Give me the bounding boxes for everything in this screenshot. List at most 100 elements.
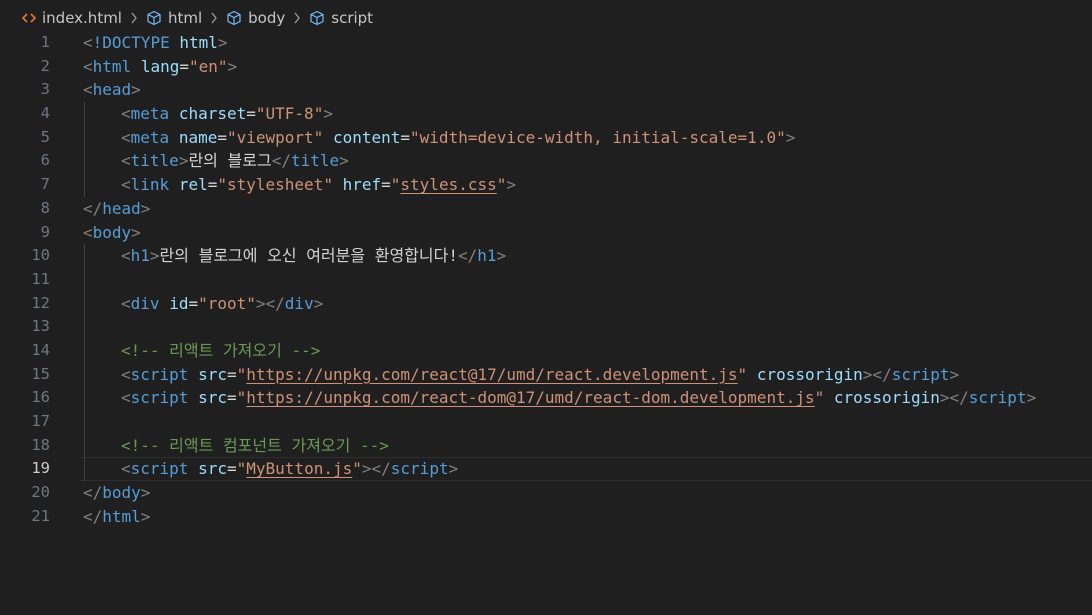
punctuation: </ bbox=[83, 506, 103, 526]
attribute-name: html bbox=[179, 33, 218, 52]
line-number[interactable]: 17 bbox=[0, 410, 50, 434]
code-line[interactable]: 20 </body> bbox=[0, 481, 1092, 505]
punctuation: < bbox=[121, 459, 131, 479]
link-value[interactable]: https://unpkg.com/react@17/umd/react.dev… bbox=[246, 365, 737, 384]
string-value: "viewport" bbox=[226, 127, 324, 147]
breadcrumb-item-body[interactable]: body bbox=[226, 9, 285, 27]
tag-name: script bbox=[130, 364, 189, 384]
code-line[interactable]: 3 <head> bbox=[0, 78, 1092, 102]
code-line[interactable]: 14 <!-- 리액트 가져오기 --> bbox=[0, 339, 1092, 363]
text-content: = bbox=[381, 175, 391, 195]
code-line[interactable]: 21 </html> bbox=[0, 505, 1092, 529]
code-line[interactable]: 19 <script src="MyButton.js"></script> bbox=[0, 457, 1092, 482]
element-cube-icon bbox=[146, 10, 162, 26]
code-line[interactable]: 17 bbox=[0, 410, 1092, 434]
string-value: " bbox=[236, 459, 247, 479]
tag-name: !DOCTYPE bbox=[92, 33, 170, 52]
line-number[interactable]: 6 bbox=[0, 149, 50, 173]
tag-name: title bbox=[130, 151, 179, 171]
code-line[interactable]: 11 bbox=[0, 268, 1092, 292]
line-number[interactable]: 20 bbox=[0, 481, 50, 505]
tag-name: div bbox=[284, 293, 314, 313]
code-line[interactable]: 5 <meta name="viewport" content="width=de… bbox=[0, 126, 1092, 150]
code-line[interactable]: 4 <meta charset="UTF-8"> bbox=[0, 102, 1092, 126]
line-number[interactable]: 3 bbox=[0, 78, 50, 102]
line-number[interactable]: 13 bbox=[0, 315, 50, 339]
text-content: = bbox=[179, 56, 189, 76]
tag-name: meta bbox=[130, 127, 170, 147]
punctuation: < bbox=[121, 104, 131, 124]
line-number[interactable]: 12 bbox=[0, 292, 50, 316]
string-value: " bbox=[236, 364, 247, 384]
punctuation: > bbox=[506, 175, 517, 195]
punctuation: > bbox=[1026, 388, 1037, 408]
punctuation: > bbox=[313, 293, 324, 313]
punctuation: > bbox=[217, 33, 228, 52]
code-line[interactable]: 8 </head> bbox=[0, 197, 1092, 221]
code-line[interactable]: 13 bbox=[0, 315, 1092, 339]
punctuation: < bbox=[121, 151, 131, 171]
line-number[interactable]: 21 bbox=[0, 505, 50, 529]
line-number[interactable]: 5 bbox=[0, 126, 50, 150]
line-number[interactable]: 19 bbox=[0, 457, 50, 481]
code-line[interactable]: 6 <title>란의 블로그</title> bbox=[0, 149, 1092, 173]
code-content: <html lang="en"> bbox=[83, 55, 237, 79]
code-line[interactable]: 18 <!-- 리액트 컴포넌트 가져오기 --> bbox=[0, 434, 1092, 458]
code-line[interactable]: 7 <link rel="stylesheet" href="styles.css… bbox=[0, 173, 1092, 197]
line-number[interactable]: 15 bbox=[0, 363, 50, 387]
code-line[interactable]: 12 <div id="root"></div> bbox=[0, 292, 1092, 316]
indent-guide bbox=[84, 102, 85, 197]
line-number[interactable]: 4 bbox=[0, 102, 50, 126]
code-content: <body> bbox=[83, 221, 141, 245]
punctuation: > bbox=[323, 104, 333, 124]
link-value[interactable]: styles.css bbox=[400, 175, 496, 194]
code-content: <meta charset="UTF-8"> bbox=[121, 102, 333, 126]
text-content: = bbox=[246, 104, 256, 124]
tag-name: script bbox=[130, 459, 189, 479]
chevron-right-icon bbox=[210, 12, 218, 24]
code-line[interactable]: 9 <body> bbox=[0, 221, 1092, 245]
text-content: = bbox=[226, 459, 237, 479]
punctuation: </ bbox=[271, 151, 291, 171]
breadcrumb-item-file[interactable]: index.html bbox=[22, 9, 122, 27]
line-number[interactable]: 1 bbox=[0, 31, 50, 55]
link-value[interactable]: MyButton.js bbox=[246, 459, 352, 478]
attribute-name: href bbox=[342, 175, 382, 195]
line-number[interactable]: 2 bbox=[0, 55, 50, 79]
text-content bbox=[188, 459, 198, 478]
line-number[interactable]: 7 bbox=[0, 173, 50, 197]
tag-name: link bbox=[130, 175, 170, 195]
code-line[interactable]: 10 <h1>란의 블로그에 오신 여러분을 환영합니다!</h1> bbox=[0, 244, 1092, 268]
code-line[interactable]: 1 <!DOCTYPE html> bbox=[0, 31, 1092, 55]
element-cube-icon bbox=[226, 10, 242, 26]
text-content bbox=[160, 294, 170, 313]
punctuation: </ bbox=[457, 246, 478, 266]
attribute-name: name bbox=[178, 127, 218, 147]
code-editor[interactable]: 1 <!DOCTYPE html> 2 <html lang="en"> 3 <head>… bbox=[0, 31, 1092, 615]
line-number[interactable]: 8 bbox=[0, 197, 50, 221]
line-number[interactable]: 16 bbox=[0, 386, 50, 410]
tag-name: div bbox=[130, 293, 160, 313]
line-number[interactable]: 14 bbox=[0, 339, 50, 363]
punctuation: < bbox=[83, 222, 93, 242]
link-value[interactable]: https://unpkg.com/react-dom@17/umd/react… bbox=[246, 388, 814, 407]
breadcrumb-item-html[interactable]: html bbox=[146, 9, 202, 27]
tag-name: head bbox=[92, 80, 132, 100]
code-line[interactable]: 2 <html lang="en"> bbox=[0, 55, 1092, 79]
line-number[interactable]: 11 bbox=[0, 268, 50, 292]
code-line[interactable]: 15 <script src="https://unpkg.com/react@1… bbox=[0, 363, 1092, 387]
punctuation: > bbox=[178, 151, 189, 171]
line-number[interactable]: 10 bbox=[0, 244, 50, 268]
text-content bbox=[169, 175, 179, 194]
code-line[interactable]: 16 <script src="https://unpkg.com/react-d… bbox=[0, 386, 1092, 410]
punctuation: ></ bbox=[255, 293, 285, 313]
line-number[interactable]: 9 bbox=[0, 221, 50, 245]
html-file-icon bbox=[22, 12, 36, 24]
line-number[interactable]: 18 bbox=[0, 434, 50, 458]
breadcrumb-label: index.html bbox=[42, 9, 122, 27]
code-content: <!DOCTYPE html> bbox=[83, 31, 228, 55]
tag-name: body bbox=[92, 222, 132, 242]
breadcrumb-item-script[interactable]: script bbox=[309, 9, 373, 27]
tag-name: script bbox=[968, 388, 1027, 408]
punctuation: < bbox=[83, 33, 93, 52]
